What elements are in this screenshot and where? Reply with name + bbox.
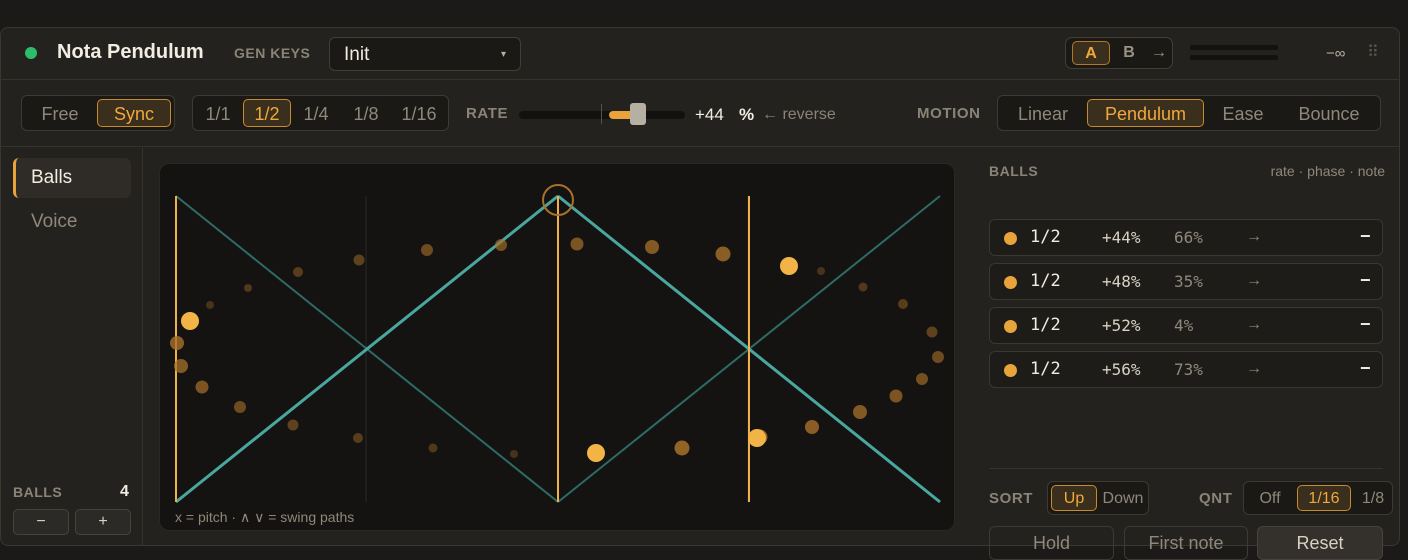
ball-remove-button[interactable]: − (1360, 358, 1371, 379)
panel-divider (989, 468, 1383, 469)
ball-phase[interactable]: 4% (1174, 316, 1193, 335)
balls-count-label: BALLS (13, 484, 63, 500)
chevron-down-icon: ▾ (500, 49, 506, 60)
ball-2 (780, 257, 798, 275)
ball-row[interactable]: 1/2 +52% 4% → − (989, 307, 1383, 344)
ball-row[interactable]: 1/2 +44% 66% → − (989, 219, 1383, 256)
balls-increment-button[interactable]: + (75, 509, 131, 535)
copy-arrow-icon[interactable]: → (1148, 41, 1170, 65)
division-1-16-button[interactable]: 1/16 (393, 99, 445, 127)
division-1-1-button[interactable]: 1/1 (197, 99, 239, 127)
toolbar: Free Sync 1/1 1/2 1/4 1/8 1/16 RATE +44 … (1, 81, 1399, 147)
mode-free-button[interactable]: Free (26, 99, 94, 127)
balls-panel: BALLS rate · phase · note 1/2 +44% 66% →… (973, 148, 1399, 560)
balls (181, 257, 798, 462)
mode-sync-button[interactable]: Sync (97, 99, 171, 127)
ball-phase[interactable]: 35% (1174, 272, 1203, 291)
rate-value: +44 (695, 105, 724, 124)
motion-linear-button[interactable]: Linear (1002, 99, 1084, 127)
balls-panel-hint: rate · phase · note (1270, 163, 1385, 179)
plugin-title: Nota Pendulum (57, 41, 204, 63)
division-1-2-button[interactable]: 1/2 (243, 99, 291, 127)
ab-b-button[interactable]: B (1116, 41, 1142, 65)
motion-label: MOTION (917, 105, 981, 122)
ball-division[interactable]: 1/2 (1030, 359, 1061, 379)
reset-button[interactable]: Reset (1257, 526, 1383, 560)
sort-down-button[interactable]: Down (1100, 485, 1146, 511)
ball-remove-button[interactable]: − (1360, 226, 1371, 247)
pitch-markers (175, 196, 750, 502)
ball-row[interactable]: 1/2 +56% 73% → − (989, 351, 1383, 388)
motion-segment: Linear Pendulum Ease Bounce (997, 95, 1381, 131)
rate-unit: % (739, 105, 755, 124)
ball-note-arrow-icon[interactable]: → (1246, 316, 1262, 334)
ball-division[interactable]: 1/2 (1030, 227, 1061, 247)
ball-division[interactable]: 1/2 (1030, 315, 1061, 335)
ball-division[interactable]: 1/2 (1030, 271, 1061, 291)
quantize-label: QNT (1199, 490, 1233, 507)
ball-1 (181, 312, 199, 330)
plugin-window: Nota Pendulum GEN KEYS Init ▾ A B → −∞ ⠿… (0, 27, 1400, 560)
motion-bounce-button[interactable]: Bounce (1282, 99, 1376, 127)
ball-rate[interactable]: +48% (1102, 272, 1141, 291)
division-1-8-button[interactable]: 1/8 (343, 99, 389, 127)
ball-phase[interactable]: 73% (1174, 360, 1203, 379)
sort-segment: Up Down (1047, 481, 1149, 515)
preset-select[interactable]: Init ▾ (329, 37, 521, 71)
division-segment: 1/1 1/2 1/4 1/8 1/16 (192, 95, 449, 131)
rate-slider-center (601, 104, 602, 124)
balls-panel-title: BALLS (989, 163, 1039, 179)
quantize-segment: Off 1/16 1/8 (1243, 481, 1393, 515)
rate-label: RATE (466, 105, 509, 122)
sidebar-item-balls[interactable]: Balls (13, 158, 131, 198)
rate-slider-handle[interactable] (630, 103, 646, 125)
motion-ease-button[interactable]: Ease (1208, 99, 1278, 127)
ball-note-arrow-icon[interactable]: → (1246, 360, 1262, 378)
quantize-1-16-button[interactable]: 1/16 (1297, 485, 1351, 511)
preset-value: Init (344, 44, 370, 65)
ball-row[interactable]: 1/2 +48% 35% → − (989, 263, 1383, 300)
pendulum-visualization (170, 184, 944, 504)
ball-rate[interactable]: +52% (1102, 316, 1141, 335)
ab-compare: A B → (1065, 37, 1173, 69)
ball-note-arrow-icon[interactable]: → (1246, 228, 1262, 246)
sidebar-item-voice[interactable]: Voice (13, 202, 131, 242)
gen-keys-label: GEN KEYS (234, 45, 311, 61)
pendulum-canvas[interactable]: x = pitch · ∧ ∨ = swing paths (159, 163, 955, 531)
hold-button[interactable]: Hold (989, 526, 1114, 560)
ball-phase[interactable]: 66% (1174, 228, 1203, 247)
quantize-off-button[interactable]: Off (1247, 485, 1293, 511)
motion-pendulum-button[interactable]: Pendulum (1087, 99, 1204, 127)
meter-value: −∞ (1326, 45, 1346, 62)
canvas-caption: x = pitch · ∧ ∨ = swing paths (175, 509, 355, 525)
sidebar: Balls Voice BALLS 4 − + (1, 148, 143, 546)
quantize-1-8-button[interactable]: 1/8 (1354, 485, 1392, 511)
output-meter-right (1190, 55, 1278, 60)
output-meter-left (1190, 45, 1278, 50)
status-dot (25, 47, 37, 59)
reverse-toggle[interactable]: ← reverse (762, 106, 836, 124)
balls-count-value: 4 (120, 483, 129, 500)
ball-remove-button[interactable]: − (1360, 314, 1371, 335)
ab-a-button[interactable]: A (1072, 41, 1110, 65)
ball-rate[interactable]: +56% (1102, 360, 1141, 379)
ball-3 (587, 444, 605, 462)
drag-grip-icon[interactable]: ⠿ (1367, 42, 1379, 62)
balls-decrement-button[interactable]: − (13, 509, 69, 535)
ball-remove-button[interactable]: − (1360, 270, 1371, 291)
mode-segment: Free Sync (21, 95, 175, 131)
ball-color-dot (1004, 320, 1017, 333)
division-1-4-button[interactable]: 1/4 (293, 99, 339, 127)
ball-note-arrow-icon[interactable]: → (1246, 272, 1262, 290)
ball-color-dot (1004, 232, 1017, 245)
ball-4 (748, 429, 766, 447)
ball-color-dot (1004, 276, 1017, 289)
rate-slider-track[interactable] (519, 111, 685, 119)
sort-label: SORT (989, 490, 1034, 507)
sort-up-button[interactable]: Up (1051, 485, 1097, 511)
first-note-button[interactable]: First note (1124, 526, 1248, 560)
ball-color-dot (1004, 364, 1017, 377)
ball-rate[interactable]: +44% (1102, 228, 1141, 247)
header-bar: Nota Pendulum GEN KEYS Init ▾ A B → −∞ ⠿ (1, 28, 1399, 80)
